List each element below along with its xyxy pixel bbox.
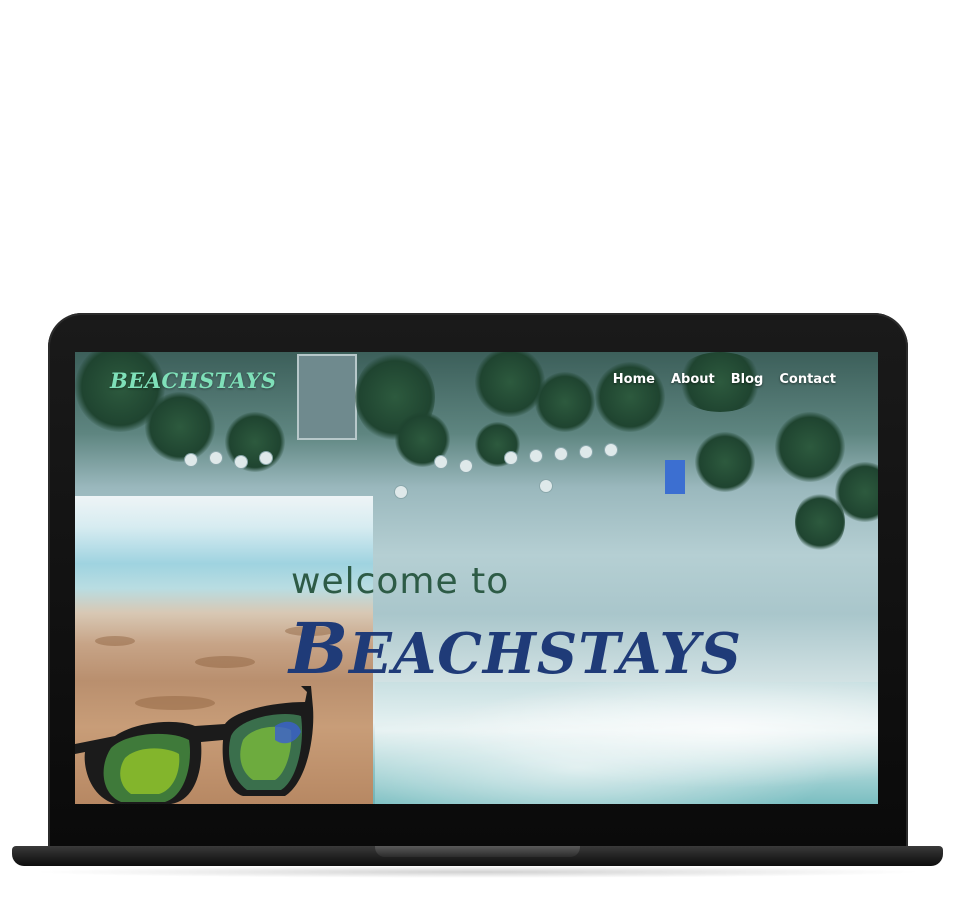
- beach-umbrella: [185, 454, 197, 466]
- resort-building: [297, 354, 357, 440]
- palm-tree: [775, 412, 845, 482]
- hero-brand-rest: EACHSTAYS: [349, 621, 742, 687]
- laptop-shadow: [30, 866, 925, 878]
- hero-brand-initial: B: [289, 607, 350, 690]
- nav-contact-link[interactable]: Contact: [779, 372, 836, 387]
- hero-brand-title: BEACHSTAYS: [289, 614, 742, 684]
- nav-blog-link[interactable]: Blog: [731, 372, 764, 387]
- beach-umbrella: [505, 452, 517, 464]
- beach-umbrella: [580, 446, 592, 458]
- nav-about-link[interactable]: About: [671, 372, 715, 387]
- website-screen: BEACHSTAYS Home About Blog Contact welco…: [75, 352, 878, 804]
- palm-tree: [695, 432, 755, 492]
- beach-umbrella: [260, 452, 272, 464]
- ocean-waves: [375, 682, 878, 804]
- beach-umbrella: [435, 456, 447, 468]
- site-logo[interactable]: BEACHSTAYS: [110, 368, 277, 393]
- beach-umbrella: [555, 448, 567, 460]
- beach-umbrella: [605, 444, 617, 456]
- beach-umbrella: [395, 486, 407, 498]
- laptop-hinge-notch: [375, 846, 580, 857]
- beach-umbrella: [210, 452, 222, 464]
- beach-umbrella: [530, 450, 542, 462]
- palm-tree: [535, 372, 595, 432]
- hero-welcome-text: welcome to: [291, 561, 510, 602]
- palm-tree: [225, 412, 285, 472]
- blue-canopy: [665, 460, 685, 494]
- palm-tree: [145, 392, 215, 462]
- beach-umbrella: [235, 456, 247, 468]
- nav-home-link[interactable]: Home: [613, 372, 655, 387]
- beach-umbrella: [460, 460, 472, 472]
- laptop-mockup: BEACHSTAYS Home About Blog Contact welco…: [0, 0, 955, 916]
- main-nav: Home About Blog Contact: [613, 372, 836, 387]
- beach-umbrella: [540, 480, 552, 492]
